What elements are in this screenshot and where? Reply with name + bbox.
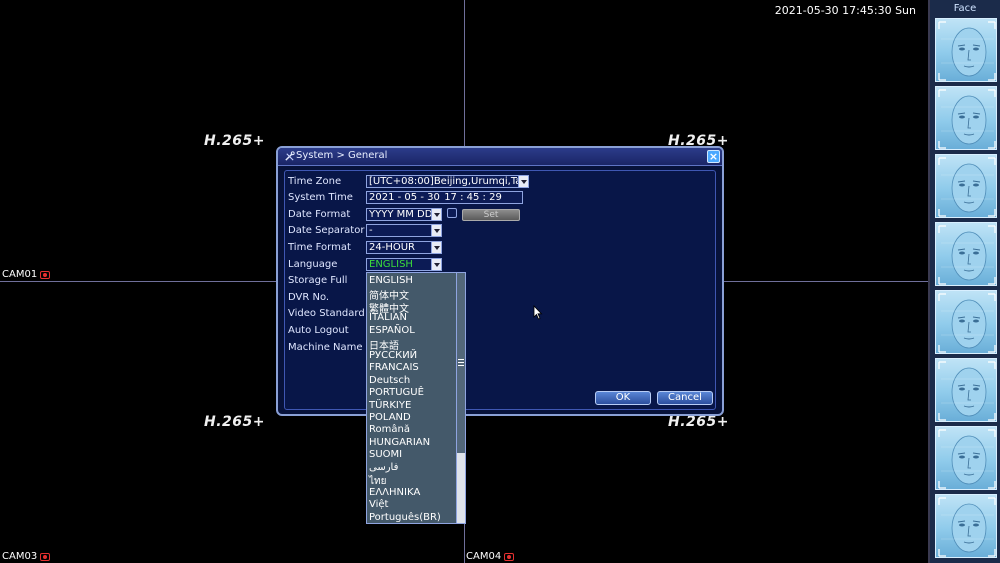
face-scan-icon <box>938 225 996 285</box>
set-button[interactable]: Set <box>462 209 520 221</box>
face-scan-icon <box>938 361 996 421</box>
record-icon <box>40 270 51 279</box>
time-zone-value: [UTC+08:00]Beijing,Urumqi,Tai <box>369 176 525 187</box>
chevron-down-icon <box>518 176 528 187</box>
camera-name: CAM03 <box>2 551 38 562</box>
language-option[interactable]: Deutsch <box>369 375 410 386</box>
language-option[interactable]: Română <box>369 424 410 435</box>
codec-label-cam4: H.265+ <box>668 414 729 430</box>
codec-label-cam1: H.265+ <box>204 133 265 149</box>
tools-icon <box>285 151 295 161</box>
video-standard-label: Video Standard <box>288 308 365 319</box>
system-time-field[interactable]: 2021 - 05 - 30 17 : 45 : 29 <box>366 191 523 204</box>
language-option[interactable]: ESPAÑOL <box>369 325 415 336</box>
face-thumbnail[interactable] <box>935 18 997 82</box>
face-thumbnail[interactable] <box>935 494 997 558</box>
language-option[interactable]: TÜRKIYE <box>369 400 411 411</box>
language-value: ENGLISH <box>369 259 413 270</box>
face-thumbnail[interactable] <box>935 426 997 490</box>
language-option[interactable]: POLAND <box>369 412 411 423</box>
storage-full-label: Storage Full <box>288 275 348 286</box>
face-scan-icon <box>938 89 996 149</box>
language-option[interactable]: فارسی <box>369 462 398 473</box>
scroll-grip <box>458 365 464 366</box>
dialog-title: System > General <box>296 150 388 161</box>
system-time-label: System Time <box>288 192 353 203</box>
camera-label-cam01: CAM01 <box>2 269 51 280</box>
chevron-down-icon <box>431 209 441 220</box>
scrollbar-thumb[interactable] <box>457 273 465 453</box>
face-thumbnail[interactable] <box>935 154 997 218</box>
dvr-no-label: DVR No. <box>288 292 330 303</box>
language-option[interactable]: Português(BR) <box>369 512 441 523</box>
scroll-grip <box>458 359 464 360</box>
language-option[interactable]: ENGLISH <box>369 275 413 286</box>
system-date-value[interactable]: 2021 - 05 - 30 <box>369 192 441 203</box>
face-scan-icon <box>938 157 996 217</box>
date-format-value: YYYY MM DD <box>369 209 433 220</box>
time-format-value: 24-HOUR <box>369 242 415 253</box>
date-separator-value: - <box>369 225 373 236</box>
camera-name: CAM01 <box>2 269 38 280</box>
date-separator-label: Date Separator <box>288 225 365 236</box>
system-time-value[interactable]: 17 : 45 : 29 <box>444 192 502 203</box>
language-dropdown-list[interactable]: ENGLISH 简体中文 繁體中文 ITALIAN ESPAÑOL 日本語 РУССКИЙ F… <box>366 272 466 524</box>
date-format-label: Date Format <box>288 209 351 220</box>
machine-name-label: Machine Name <box>288 342 363 353</box>
face-scan-icon <box>938 497 996 557</box>
chevron-down-icon <box>431 242 441 253</box>
camera-label-cam04: CAM04 <box>466 551 515 562</box>
time-zone-label: Time Zone <box>288 176 342 187</box>
camera-name: CAM04 <box>466 551 502 562</box>
camera-label-cam03: CAM03 <box>2 551 51 562</box>
ok-button[interactable]: OK <box>595 391 651 405</box>
face-panel: Face <box>930 0 1000 563</box>
language-option[interactable]: ΕΛΛΗΝΙΚΑ <box>369 487 420 498</box>
record-icon <box>40 552 51 561</box>
face-scan-icon <box>938 293 996 353</box>
language-option[interactable]: Việt <box>369 499 388 510</box>
date-format-select[interactable]: YYYY MM DD <box>366 208 442 221</box>
chevron-down-icon <box>431 259 441 270</box>
language-option[interactable]: РУССКИЙ <box>369 350 417 361</box>
language-option[interactable]: ITALIAN <box>369 312 407 323</box>
language-option[interactable]: HUNGARIAN <box>369 437 430 448</box>
date-time-clock: 2021-05-30 17:45:30 Sun <box>774 4 916 17</box>
date-separator-select[interactable]: - <box>366 224 442 237</box>
codec-label-cam3: H.265+ <box>204 414 265 430</box>
face-thumbnail[interactable] <box>935 222 997 286</box>
record-icon <box>504 552 515 561</box>
face-scan-icon <box>938 429 996 489</box>
face-thumbnail[interactable] <box>935 358 997 422</box>
language-option[interactable]: SUOMI <box>369 449 402 460</box>
time-format-label: Time Format <box>288 242 351 253</box>
face-thumbnail[interactable] <box>935 86 997 150</box>
auto-logout-label: Auto Logout <box>288 325 349 336</box>
time-zone-select[interactable]: [UTC+08:00]Beijing,Urumqi,Tai <box>366 175 529 188</box>
dropdown-scrollbar[interactable] <box>456 273 465 523</box>
chevron-down-icon <box>431 225 441 236</box>
face-scan-icon <box>938 21 996 81</box>
mouse-cursor-icon <box>533 305 543 320</box>
time-format-select[interactable]: 24-HOUR <box>366 241 442 254</box>
language-label: Language <box>288 259 338 270</box>
close-icon: × <box>708 150 719 163</box>
date-format-checkbox[interactable] <box>447 208 457 218</box>
dialog-titlebar[interactable]: System > General × <box>278 148 722 166</box>
cancel-button[interactable]: Cancel <box>657 391 713 405</box>
language-select[interactable]: ENGLISH <box>366 258 442 271</box>
language-option[interactable]: FRANCAIS <box>369 362 419 373</box>
language-option[interactable]: PORTUGUÊ <box>369 387 424 398</box>
face-panel-title: Face <box>953 3 977 14</box>
close-button[interactable]: × <box>707 150 720 163</box>
face-thumbnail[interactable] <box>935 290 997 354</box>
scroll-grip <box>458 362 464 363</box>
dialog-body <box>284 170 716 410</box>
